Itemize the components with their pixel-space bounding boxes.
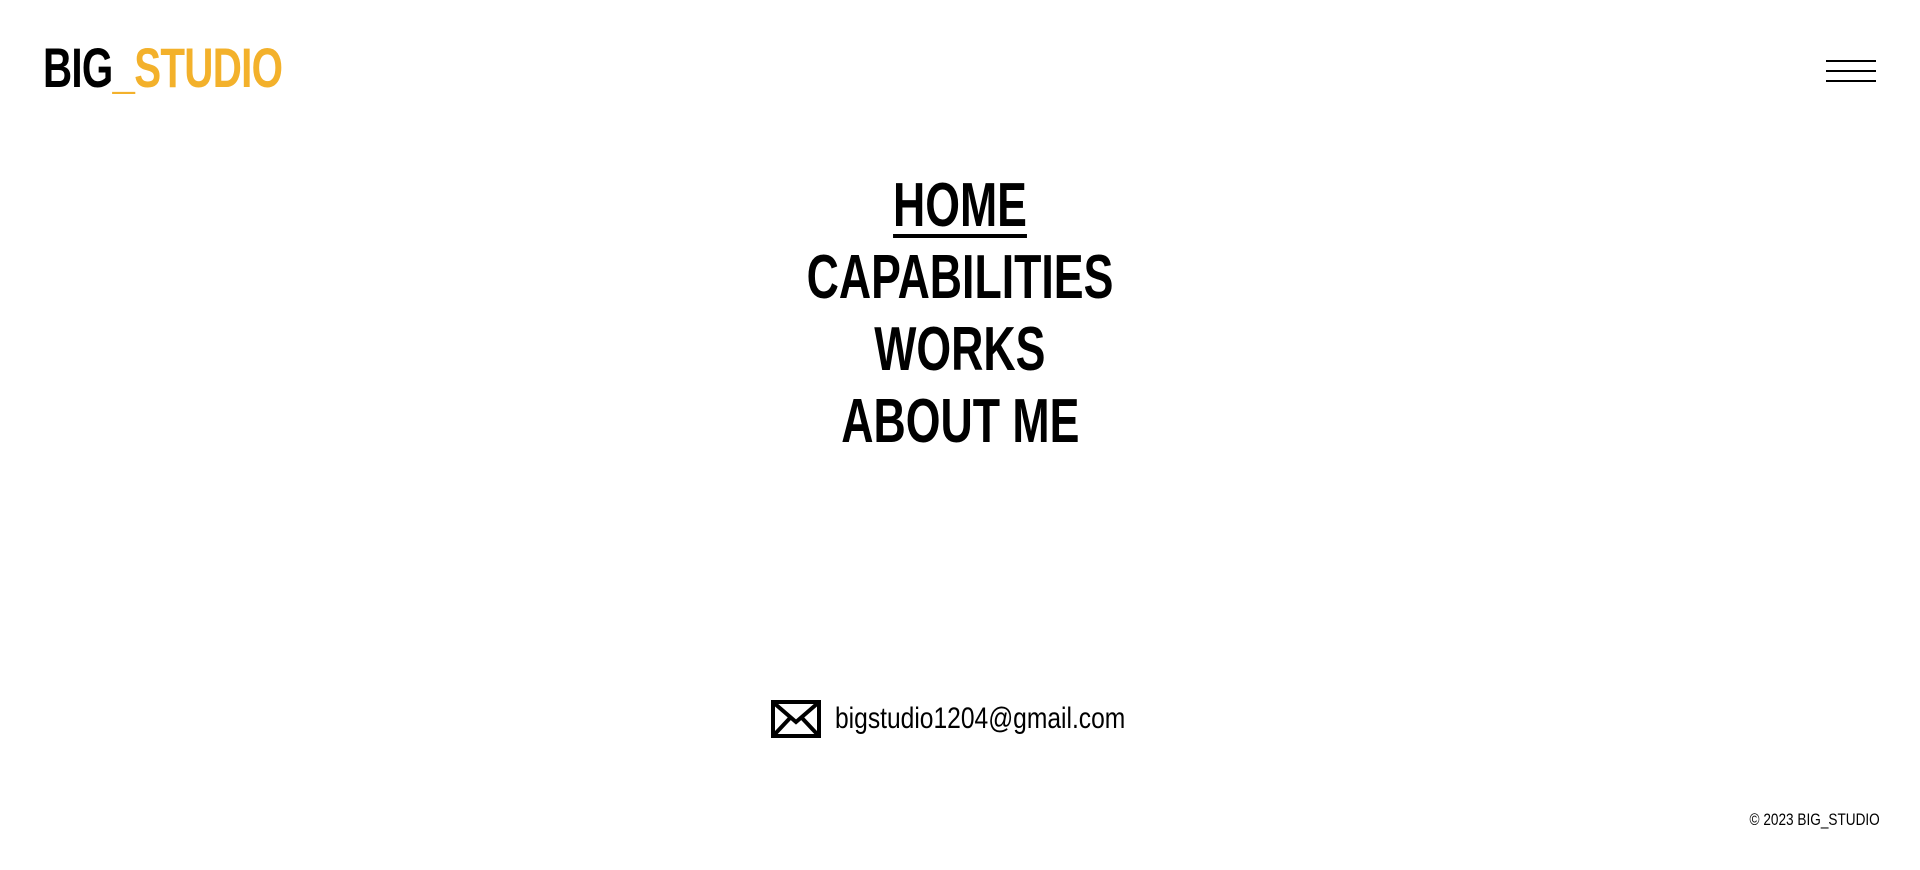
- nav-item-capabilities: CAPABILITIES: [0, 242, 1920, 314]
- nav-item-works: WORKS: [0, 314, 1920, 386]
- nav-link-about-me[interactable]: ABOUT ME: [841, 386, 1079, 458]
- nav-link-works[interactable]: WORKS: [874, 314, 1045, 386]
- menu-bar-top: [1826, 60, 1876, 62]
- nav-item-about-me: ABOUT ME: [0, 386, 1920, 458]
- menu-bar-middle: [1826, 70, 1876, 72]
- nav-link-capabilities[interactable]: CAPABILITIES: [807, 242, 1114, 314]
- envelope-icon: [771, 700, 821, 738]
- hamburger-menu-icon[interactable]: [1826, 58, 1876, 84]
- logo-text-big: BIG: [43, 36, 113, 99]
- email-address: bigstudio1204@gmail.com: [835, 702, 1126, 735]
- contact-section: bigstudio1204@gmail.com: [0, 700, 1920, 740]
- brand-logo[interactable]: BIG_STUDIO: [43, 36, 283, 100]
- copyright-text: © 2023 BIG_STUDIO: [1749, 810, 1880, 829]
- menu-bar-bottom: [1826, 80, 1876, 82]
- main-navigation: HOME CAPABILITIES WORKS ABOUT ME: [0, 170, 1920, 458]
- logo-text-studio: _STUDIO: [112, 36, 283, 99]
- email-link[interactable]: bigstudio1204@gmail.com: [771, 700, 1149, 738]
- nav-item-home: HOME: [0, 170, 1920, 242]
- nav-link-home[interactable]: HOME: [893, 170, 1027, 242]
